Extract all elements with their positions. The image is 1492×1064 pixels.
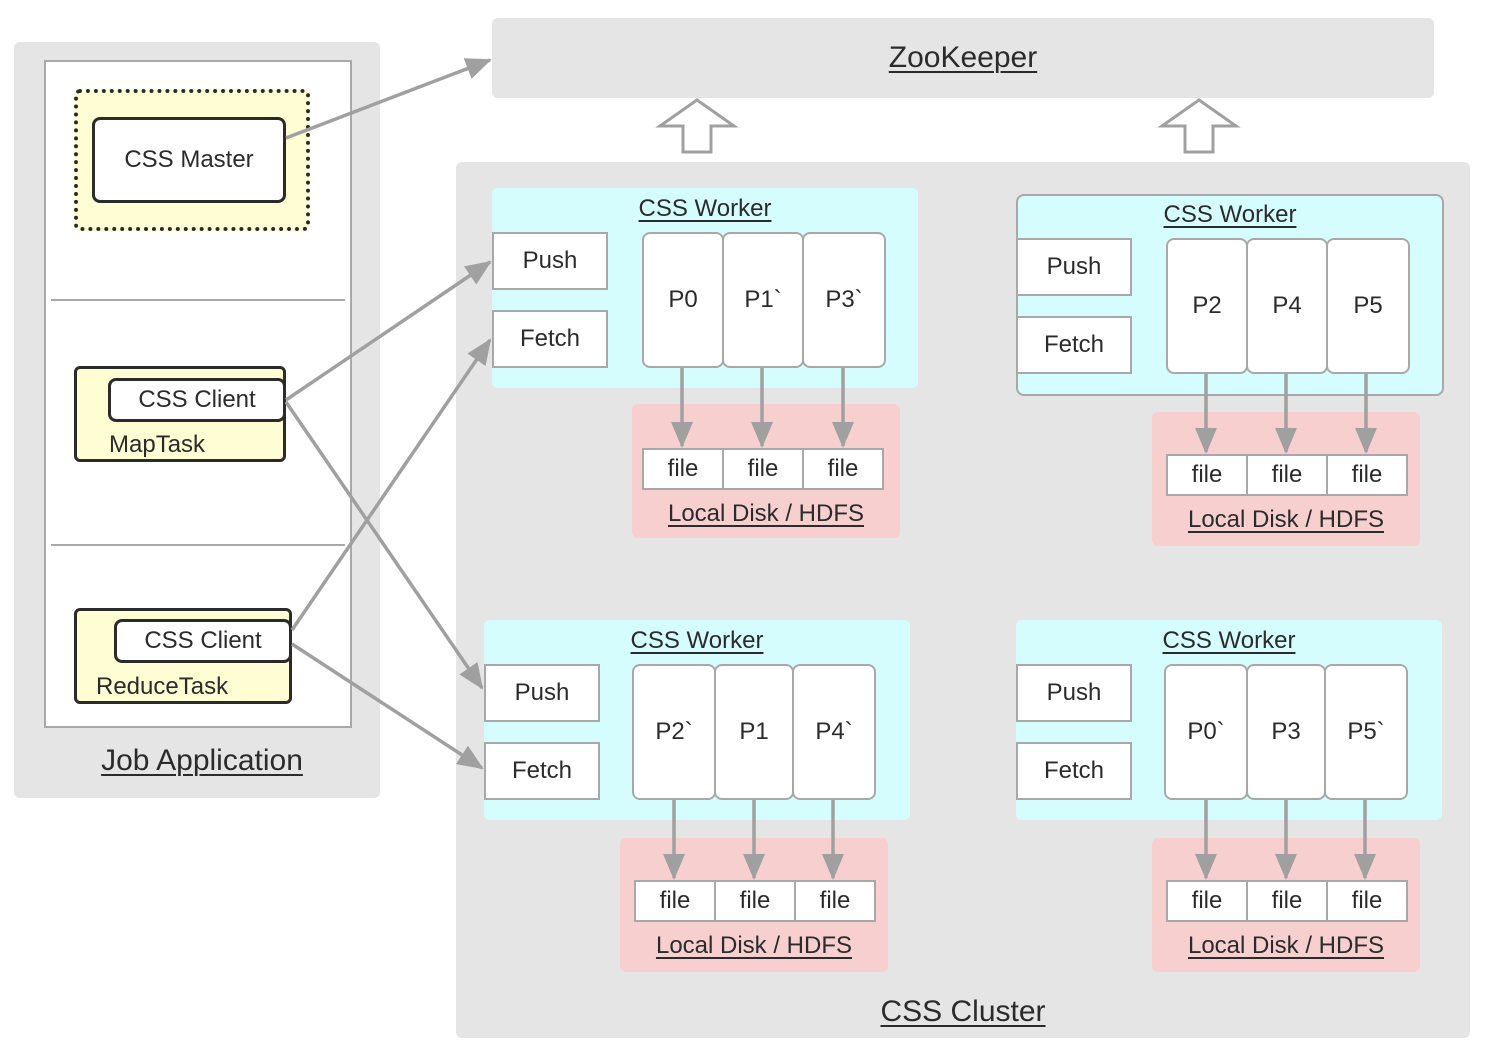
push-endpoint[interactable]: Push <box>1016 238 1132 296</box>
fetch-endpoint[interactable]: Fetch <box>484 742 600 800</box>
partition[interactable]: P5 <box>1326 238 1410 374</box>
job-application-title: Job Application <box>14 738 390 784</box>
push-endpoint[interactable]: Push <box>492 232 608 290</box>
disk-label: Local Disk / HDFS <box>655 932 853 959</box>
push-endpoint[interactable]: Push <box>1016 664 1132 722</box>
map-task-css-client[interactable]: CSS Client <box>108 378 286 422</box>
css-cluster-label: CSS Cluster <box>880 995 1046 1028</box>
fetch-endpoint[interactable]: Fetch <box>1016 316 1132 374</box>
disk-label: Local Disk / HDFS <box>1187 932 1385 959</box>
file-block: file <box>802 448 884 490</box>
map-task-label: MapTask <box>109 431 206 458</box>
worker-title: CSS Worker <box>1162 627 1296 654</box>
file-block: file <box>1326 880 1408 922</box>
file-block: file <box>722 448 804 490</box>
css-master-label: CSS Master <box>124 146 254 173</box>
file-block: file <box>634 880 716 922</box>
file-block: file <box>1166 880 1248 922</box>
up-arrow-icon <box>1157 98 1241 154</box>
reduce-task-label: ReduceTask <box>96 673 229 700</box>
disk-label: Local Disk / HDFS <box>667 500 865 527</box>
file-block: file <box>794 880 876 922</box>
push-endpoint[interactable]: Push <box>484 664 600 722</box>
css-master-node[interactable]: CSS Master <box>92 117 286 203</box>
fetch-endpoint[interactable]: Fetch <box>492 310 608 368</box>
css-client-label: CSS Client <box>144 627 262 654</box>
worker-title: CSS Worker <box>630 627 764 654</box>
file-block: file <box>642 448 724 490</box>
partition[interactable]: P2` <box>632 664 716 800</box>
section-divider <box>51 299 345 301</box>
partition[interactable]: P4` <box>792 664 876 800</box>
file-block: file <box>1326 454 1408 496</box>
file-block: file <box>1246 454 1328 496</box>
file-block: file <box>1166 454 1248 496</box>
partition[interactable]: P2 <box>1166 238 1248 374</box>
partition[interactable]: P0 <box>642 232 724 368</box>
partition[interactable]: P3 <box>1246 664 1326 800</box>
partition[interactable]: P4 <box>1246 238 1328 374</box>
partition[interactable]: P1 <box>714 664 794 800</box>
partition[interactable]: P3` <box>802 232 886 368</box>
css-cluster-title: CSS Cluster <box>456 990 1470 1034</box>
up-arrow-icon <box>655 98 739 154</box>
fetch-endpoint[interactable]: Fetch <box>1016 742 1132 800</box>
worker-title: CSS Worker <box>638 195 772 222</box>
partition[interactable]: P0` <box>1164 664 1248 800</box>
zookeeper-node[interactable]: ZooKeeper <box>492 18 1434 98</box>
file-block: file <box>1246 880 1328 922</box>
file-block: file <box>714 880 796 922</box>
section-divider <box>51 544 345 546</box>
css-client-label: CSS Client <box>138 386 256 413</box>
reduce-task-css-client[interactable]: CSS Client <box>114 619 292 663</box>
job-application-label: Job Application <box>101 744 303 777</box>
partition[interactable]: P1` <box>722 232 804 368</box>
worker-title: CSS Worker <box>1163 201 1297 228</box>
zookeeper-label: ZooKeeper <box>888 41 1038 74</box>
partition[interactable]: P5` <box>1324 664 1408 800</box>
disk-label: Local Disk / HDFS <box>1187 506 1385 533</box>
